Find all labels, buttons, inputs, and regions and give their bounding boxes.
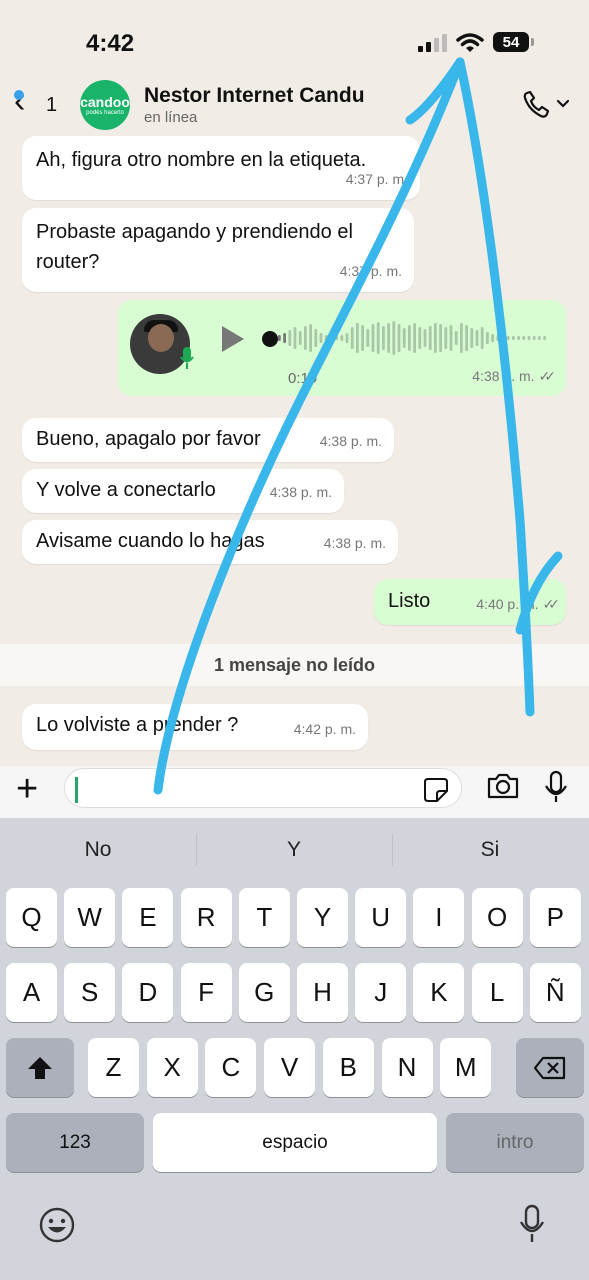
waveform <box>278 321 546 355</box>
key-w[interactable]: W <box>64 888 116 947</box>
suggestion-1[interactable]: No <box>0 818 196 882</box>
key-t[interactable]: T <box>238 888 290 947</box>
message-in[interactable]: Lo volviste a prender ? 4:42 p. m. <box>22 704 368 750</box>
key-e[interactable]: E <box>122 888 174 947</box>
message-time: 4:37 p. m. <box>345 171 408 187</box>
avatar-brand: candoo <box>80 94 130 110</box>
key-m[interactable]: M <box>440 1038 492 1097</box>
message-time: 4:38 p. m. <box>319 433 382 449</box>
dictation-icon[interactable] <box>518 1204 546 1244</box>
play-button[interactable] <box>222 326 244 352</box>
suggestion-3[interactable]: Si <box>392 818 588 882</box>
sticker-icon[interactable] <box>423 777 449 803</box>
key-k[interactable]: K <box>413 963 465 1022</box>
cellular-signal-icon <box>418 34 447 52</box>
message-in[interactable]: Ah, figura otro nombre en la etiqueta. 4… <box>22 136 420 200</box>
status-time: 4:42 <box>86 30 135 57</box>
key-a[interactable]: A <box>6 963 57 1022</box>
call-icon[interactable] <box>522 90 570 120</box>
read-receipt-icon: ✓✓ <box>538 368 557 384</box>
contact-status: en línea <box>144 109 198 126</box>
key-v[interactable]: V <box>264 1038 316 1097</box>
text-caret <box>75 777 78 803</box>
keyboard: No Y Si QWERTYUIOPASDFGHJKLÑZXCVBNM 123 … <box>0 818 589 1280</box>
space-key[interactable]: espacio <box>153 1113 437 1172</box>
key-n[interactable]: N <box>381 1038 433 1097</box>
emoji-icon[interactable] <box>38 1206 76 1244</box>
key-s[interactable]: S <box>64 963 116 1022</box>
voice-duration: 0:19 <box>288 370 318 387</box>
key-d[interactable]: D <box>122 963 174 1022</box>
key-z[interactable]: Z <box>88 1038 139 1097</box>
message-out[interactable]: Listo 4:40 p. m. ✓✓ <box>374 579 566 625</box>
message-in[interactable]: Y volve a conectarlo 4:38 p. m. <box>22 469 344 513</box>
key-y[interactable]: Y <box>297 888 348 947</box>
read-receipt-icon: ✓✓ <box>542 596 561 612</box>
key-x[interactable]: X <box>146 1038 198 1097</box>
unread-dot <box>14 90 24 100</box>
delete-key[interactable] <box>516 1038 584 1097</box>
unread-count: 1 <box>46 94 58 116</box>
chat-area[interactable]: Ah, figura otro nombre en la etiqueta. 4… <box>0 136 589 766</box>
key-o[interactable]: O <box>471 888 523 947</box>
attach-plus-button[interactable]: + <box>16 770 38 808</box>
message-time: 4:40 p. m. ✓✓ <box>476 596 561 612</box>
avatar-tagline: podés hacerlo <box>86 110 124 116</box>
numbers-key[interactable]: 123 <box>6 1113 144 1172</box>
key-f[interactable]: F <box>180 963 232 1022</box>
key-u[interactable]: U <box>355 888 407 947</box>
key-b[interactable]: B <box>322 1038 374 1097</box>
key-l[interactable]: L <box>471 963 523 1022</box>
message-time: 4:38 p. m. <box>269 484 332 500</box>
message-time: 4:42 p. m. <box>293 721 356 737</box>
backspace-icon <box>533 1056 566 1079</box>
wifi-icon <box>456 33 484 52</box>
key-c[interactable]: C <box>205 1038 257 1097</box>
key-i[interactable]: I <box>413 888 465 947</box>
camera-icon[interactable] <box>486 772 520 800</box>
message-time: 4:37 p. m. <box>339 263 402 279</box>
return-key[interactable]: intro <box>446 1113 584 1172</box>
key-h[interactable]: H <box>297 963 348 1022</box>
message-composer: + <box>0 766 589 818</box>
key-q[interactable]: Q <box>6 888 57 947</box>
microphone-icon[interactable] <box>544 770 568 804</box>
unread-divider: 1 mensaje no leído <box>0 644 589 686</box>
key-r[interactable]: R <box>180 888 232 947</box>
chat-header: ‹ 1 candoo podés hacerlo Nestor Internet… <box>0 78 589 136</box>
message-in[interactable]: Probaste apagando y prendiendo el router… <box>22 208 414 292</box>
shift-key[interactable] <box>6 1038 74 1097</box>
message-in[interactable]: Avisame cuando lo hagas 4:38 p. m. <box>22 520 398 564</box>
key-p[interactable]: P <box>529 888 581 947</box>
contact-name[interactable]: Nestor Internet Candu <box>144 84 365 108</box>
key-g[interactable]: G <box>238 963 290 1022</box>
shift-icon <box>28 1056 52 1079</box>
voice-message[interactable]: 0:19 4:38 p. m. ✓✓ <box>118 300 566 396</box>
key-ñ[interactable]: Ñ <box>529 963 581 1022</box>
message-time: 4:38 p. m. <box>323 535 386 551</box>
suggestion-2[interactable]: Y <box>196 818 392 882</box>
message-time: 4:38 p. m. ✓✓ <box>472 368 557 384</box>
status-bar: 4:42 54 <box>0 0 589 80</box>
message-input[interactable] <box>64 768 462 808</box>
battery-icon: 54 <box>493 32 534 52</box>
message-in[interactable]: Bueno, apagalo por favor 4:38 p. m. <box>22 418 394 462</box>
mic-icon <box>180 347 194 369</box>
contact-avatar[interactable]: candoo podés hacerlo <box>80 80 130 130</box>
key-j[interactable]: J <box>355 963 407 1022</box>
playback-scrubber[interactable] <box>262 331 278 347</box>
